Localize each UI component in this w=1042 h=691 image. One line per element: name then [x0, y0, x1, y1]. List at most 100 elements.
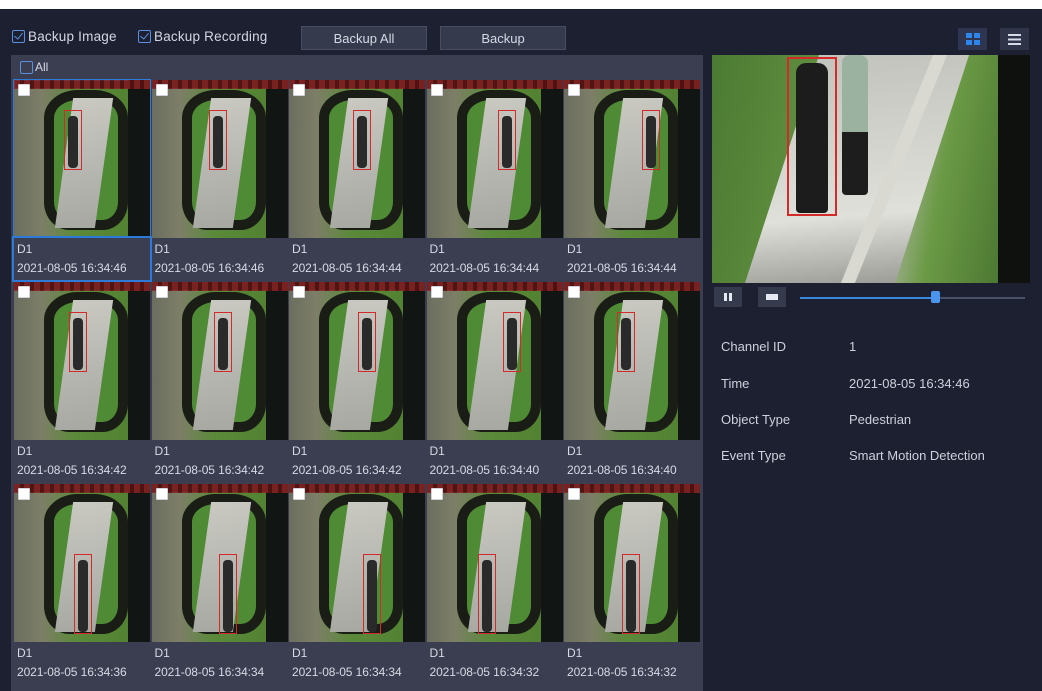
- result-thumbnail[interactable]: [564, 80, 700, 238]
- result-tile[interactable]: D1 2021-08-05 16:34:40: [426, 282, 563, 482]
- thumbnail-detection-box: [502, 312, 521, 372]
- backup-recording-checkbox[interactable]: Backup Recording: [138, 29, 268, 44]
- backup-button[interactable]: Backup: [440, 26, 566, 50]
- thumbnail-edge: [265, 282, 288, 440]
- backup-all-button[interactable]: Backup All: [301, 26, 427, 50]
- thumbnail-osd-stamp: [14, 484, 150, 493]
- result-checkbox[interactable]: [155, 286, 168, 298]
- result-tile[interactable]: D1 2021-08-05 16:34:34: [151, 484, 288, 684]
- result-checkbox[interactable]: [430, 488, 443, 500]
- result-caption: D1 2021-08-05 16:34:36: [14, 642, 150, 684]
- result-checkbox[interactable]: [568, 84, 580, 96]
- list-view-button[interactable]: [1000, 28, 1029, 50]
- thumbnail-edge: [403, 484, 425, 642]
- result-tile[interactable]: D1 2021-08-05 16:34:46: [12, 79, 152, 282]
- thumbnail-edge: [540, 282, 563, 440]
- result-time: 2021-08-05 16:34:34: [154, 665, 265, 679]
- result-thumbnail[interactable]: [564, 484, 700, 642]
- result-checkbox[interactable]: [430, 84, 443, 96]
- result-tile[interactable]: D1 2021-08-05 16:34:32: [564, 484, 700, 684]
- result-checkbox[interactable]: [293, 286, 305, 298]
- result-tile[interactable]: D1 2021-08-05 16:34:42: [289, 282, 425, 482]
- video-preview[interactable]: [712, 55, 1030, 283]
- result-tile[interactable]: D1 2021-08-05 16:34:46: [151, 80, 288, 280]
- result-caption: D1 2021-08-05 16:34:42: [151, 440, 288, 482]
- select-all-check-icon[interactable]: [20, 60, 33, 74]
- result-thumbnail[interactable]: [14, 282, 150, 440]
- result-time: 2021-08-05 16:34:44: [567, 261, 677, 275]
- result-thumbnail[interactable]: [151, 80, 288, 238]
- result-channel: D1: [567, 646, 583, 660]
- result-time: 2021-08-05 16:34:46: [17, 261, 127, 275]
- playback-slider-knob[interactable]: [931, 291, 940, 303]
- result-tile[interactable]: D1 2021-08-05 16:34:40: [564, 282, 700, 482]
- result-tile[interactable]: D1 2021-08-05 16:34:44: [426, 80, 563, 280]
- result-time: 2021-08-05 16:34:42: [17, 463, 127, 477]
- result-caption: D1 2021-08-05 16:34:34: [151, 642, 288, 684]
- result-tile[interactable]: D1 2021-08-05 16:34:44: [289, 80, 425, 280]
- thumbnail-osd-stamp: [426, 484, 563, 493]
- result-channel: D1: [429, 242, 445, 256]
- result-caption: D1 2021-08-05 16:34:40: [564, 440, 700, 482]
- result-checkbox[interactable]: [18, 84, 30, 96]
- thumbnail-osd-stamp: [151, 80, 288, 89]
- detail-time-label: Time: [721, 376, 750, 391]
- thumbnail-detection-box: [477, 554, 496, 634]
- select-all-checkbox[interactable]: All: [20, 60, 48, 74]
- result-thumbnail[interactable]: [289, 80, 425, 238]
- thumbnail-detection-box: [497, 110, 516, 170]
- result-tile[interactable]: D1 2021-08-05 16:34:36: [14, 484, 150, 684]
- result-tile[interactable]: D1 2021-08-05 16:34:44: [564, 80, 700, 280]
- result-checkbox[interactable]: [293, 488, 305, 500]
- thumbnail-detection-box: [218, 554, 237, 634]
- result-thumbnail[interactable]: [426, 80, 563, 238]
- result-checkbox[interactable]: [18, 488, 30, 500]
- backup-image-check-icon[interactable]: [12, 30, 25, 43]
- result-channel: D1: [17, 242, 33, 256]
- result-thumbnail[interactable]: [13, 79, 151, 239]
- thumbnail-edge: [678, 282, 700, 440]
- thumbnail-osd-stamp: [426, 80, 563, 89]
- result-checkbox[interactable]: [430, 286, 443, 298]
- result-checkbox[interactable]: [568, 488, 580, 500]
- stop-button[interactable]: [758, 287, 786, 307]
- result-thumbnail[interactable]: [289, 484, 425, 642]
- thumbnail-osd-stamp: [289, 484, 425, 493]
- result-channel: D1: [292, 646, 308, 660]
- result-checkbox[interactable]: [155, 488, 168, 500]
- result-thumbnail[interactable]: [426, 484, 563, 642]
- backup-recording-check-icon[interactable]: [138, 30, 151, 43]
- result-caption: D1 2021-08-05 16:34:40: [426, 440, 563, 482]
- stop-icon: [766, 294, 778, 300]
- result-channel: D1: [292, 444, 308, 458]
- result-tile[interactable]: D1 2021-08-05 16:34:32: [426, 484, 563, 684]
- result-thumbnail[interactable]: [151, 282, 288, 440]
- result-tile[interactable]: D1 2021-08-05 16:34:42: [14, 282, 150, 482]
- result-time: 2021-08-05 16:34:42: [154, 463, 265, 477]
- result-checkbox[interactable]: [155, 84, 168, 96]
- detail-channel-id-label: Channel ID: [721, 339, 787, 354]
- thumbnail-osd-stamp: [14, 80, 150, 89]
- result-checkbox[interactable]: [293, 84, 305, 96]
- thumbnail-edge: [265, 484, 288, 642]
- result-checkbox[interactable]: [18, 286, 30, 298]
- result-channel: D1: [154, 646, 170, 660]
- result-checkbox[interactable]: [568, 286, 580, 298]
- preview-panel: Channel ID 1 Time 2021-08-05 16:34:46 Ob…: [712, 55, 1042, 691]
- pause-button[interactable]: [714, 287, 742, 307]
- backup-image-checkbox[interactable]: Backup Image: [12, 29, 117, 44]
- result-channel: D1: [154, 444, 170, 458]
- result-thumbnail[interactable]: [14, 484, 150, 642]
- backup-image-label: Backup Image: [28, 29, 117, 44]
- thumbnail-edge: [128, 282, 150, 440]
- result-thumbnail[interactable]: [289, 282, 425, 440]
- thumbnail-detection-box: [617, 312, 635, 372]
- search-results-window: Backup Image Backup Recording Backup All…: [0, 9, 1042, 691]
- result-tile[interactable]: D1 2021-08-05 16:34:34: [289, 484, 425, 684]
- result-thumbnail[interactable]: [564, 282, 700, 440]
- result-thumbnail[interactable]: [426, 282, 563, 440]
- result-channel: D1: [17, 646, 33, 660]
- grid-view-button[interactable]: [958, 28, 987, 50]
- result-tile[interactable]: D1 2021-08-05 16:34:42: [151, 282, 288, 482]
- result-thumbnail[interactable]: [151, 484, 288, 642]
